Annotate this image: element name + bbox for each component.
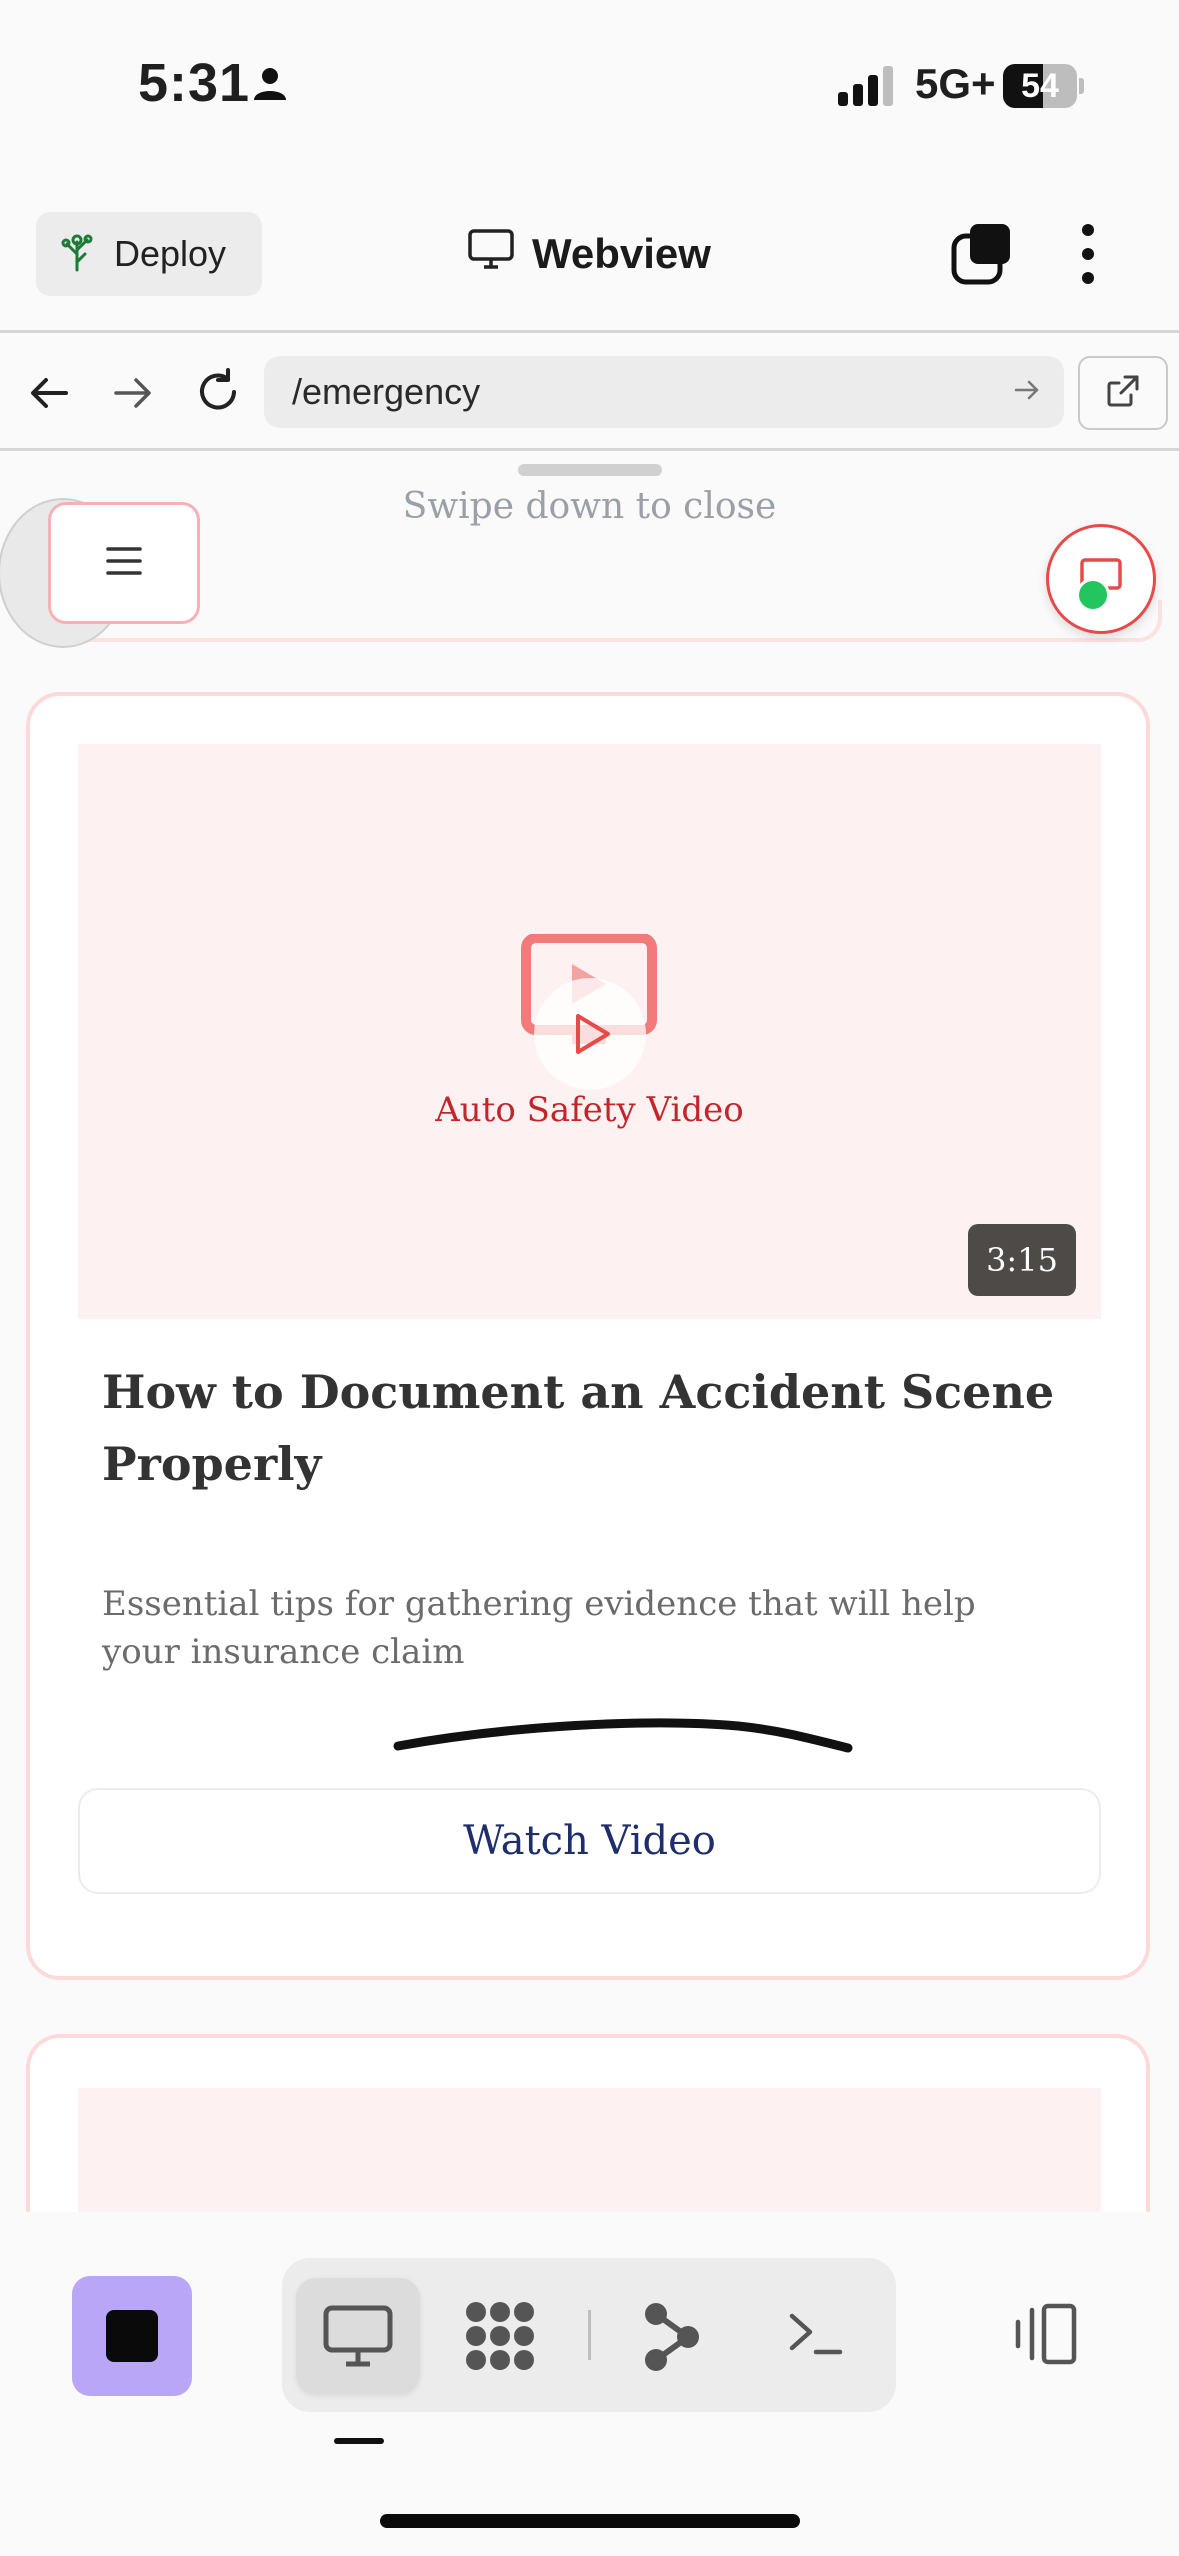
arrow-right-small-icon[interactable] [1012, 375, 1042, 410]
card-description: Essential tips for gathering evidence th… [102, 1584, 976, 1672]
online-status-dot [1076, 578, 1110, 612]
branch-icon[interactable] [640, 2302, 704, 2377]
battery-level: 54 [1021, 67, 1059, 105]
header-divider [0, 330, 1179, 333]
open-external-button[interactable] [1078, 356, 1168, 430]
previous-card-edge [58, 600, 1162, 642]
title-text: Webview [532, 230, 711, 277]
hamburger-icon [104, 544, 144, 583]
thumbnail-label: Auto Safety Video [435, 1090, 744, 1130]
video-play-icon[interactable] [520, 933, 660, 1099]
stop-icon [106, 2310, 158, 2362]
url-text[interactable]: /emergency [292, 371, 1012, 413]
panel-toggle-icon[interactable] [1010, 2302, 1080, 2371]
external-link-icon [1103, 371, 1143, 416]
browser-divider [0, 448, 1179, 451]
arrow-left-icon[interactable] [24, 368, 74, 423]
sheet-handle[interactable] [518, 464, 662, 476]
stop-button[interactable] [72, 2276, 192, 2396]
more-vertical-icon[interactable] [1076, 222, 1100, 291]
url-bar[interactable]: /emergency [264, 356, 1064, 428]
menu-button[interactable] [48, 502, 200, 624]
nodes-icon[interactable] [462, 2300, 538, 2377]
battery-icon: 54 [1003, 64, 1084, 108]
status-time: 5:31 [138, 53, 251, 113]
home-indicator[interactable] [380, 2514, 800, 2528]
deploy-button[interactable]: Deploy [36, 212, 262, 296]
person-icon [252, 66, 288, 107]
terminal-icon[interactable] [786, 2304, 846, 2369]
reload-icon[interactable] [192, 366, 244, 423]
tree-icon [60, 232, 94, 277]
network-type: 5G+ [915, 60, 996, 107]
active-tab-indicator [334, 2438, 384, 2444]
toolbar-separator [588, 2310, 591, 2360]
tabs-icon[interactable] [950, 222, 1014, 291]
monitor-icon [468, 229, 514, 279]
arrow-right-icon[interactable] [108, 368, 158, 423]
deploy-label: Deploy [114, 233, 227, 274]
handwritten-underline [388, 1704, 858, 1759]
card-title: How to Document an Accident Scene Proper… [102, 1365, 1055, 1491]
watch-video-button[interactable]: Watch Video [78, 1788, 1101, 1894]
signal-icon [838, 66, 898, 111]
page-title: Webview [468, 224, 711, 284]
duration-badge: 3:15 [968, 1224, 1076, 1296]
desktop-icon[interactable] [322, 2304, 394, 2373]
